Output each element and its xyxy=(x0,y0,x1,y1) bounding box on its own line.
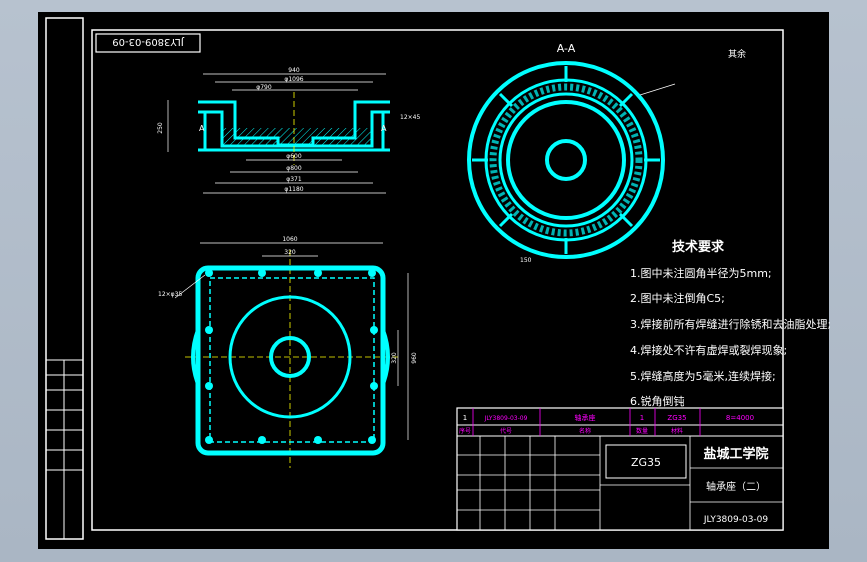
surface-finish-note: 其余 xyxy=(728,48,746,60)
tech-item-1: 1.图中未注圆角半径为5mm; xyxy=(630,266,772,280)
hdr-name: 名称 xyxy=(579,427,591,435)
school-name: 盐城工学院 xyxy=(703,446,768,462)
tech-title: 技术要求 xyxy=(672,239,725,255)
hdr-index: 序号 xyxy=(459,427,471,435)
dim-d790: φ790 xyxy=(256,84,272,91)
drawing-number: JLY3809-03-09 xyxy=(703,515,769,525)
material-cell: ZG35 xyxy=(631,456,661,469)
row-qty: 1 xyxy=(640,414,644,422)
left-strip-table xyxy=(46,359,83,539)
hdr-code: 代号 xyxy=(500,427,512,435)
row-code: JLY3809-03-09 xyxy=(484,415,528,422)
title-block: 1 JLY3809-03-09 轴承座 1 ZG35 8=4000 序号 代号 … xyxy=(456,407,784,531)
top-stamp-text: JLY3809-03-09 xyxy=(112,36,184,47)
hdr-material: 材料 xyxy=(671,427,683,435)
row-name: 轴承座 xyxy=(575,413,596,422)
dim-height: 250 xyxy=(157,122,164,134)
section-a-a-view: A-A 其余 150 xyxy=(467,42,746,264)
hdr-qty: 数量 xyxy=(636,427,648,435)
plan-view: 1060 320 320 960 12×φ35 xyxy=(158,236,418,468)
section-label: A-A xyxy=(557,42,576,55)
tech-item-5: 5.焊缝高度为5毫米,连续焊接; xyxy=(630,369,776,383)
dim-150: 150 xyxy=(520,257,532,264)
dim-plan-side2: 960 xyxy=(411,352,418,364)
dim-940: 940 xyxy=(288,67,300,74)
row-weight: 8=4000 xyxy=(726,414,754,422)
section-mark-a-right: A xyxy=(381,124,387,133)
dim-d371: φ371 xyxy=(286,176,302,183)
row-material: ZG35 xyxy=(667,414,686,422)
dim-d1180: φ1180 xyxy=(284,186,303,193)
dim-plan-320: 320 xyxy=(284,249,296,256)
tech-item-2: 2.图中未注倒角C5; xyxy=(630,291,725,305)
dim-d800: φ800 xyxy=(286,165,302,172)
technical-requirements: 技术要求 1.图中未注圆角半径为5mm; 2.图中未注倒角C5; 3.焊接前所有… xyxy=(630,239,831,408)
tech-item-6: 6.锐角倒钝 xyxy=(630,394,685,408)
weld-note: 12×45 xyxy=(400,114,420,121)
dim-d1096: φ1096 xyxy=(284,76,303,83)
part-name: 轴承座（二） xyxy=(706,480,766,493)
dim-plan-side1: 320 xyxy=(391,352,398,364)
dim-d600: φ600 xyxy=(286,153,302,160)
tech-item-3: 3.焊接前所有焊缝进行除锈和去油脂处理; xyxy=(630,317,831,331)
hole-note: 12×φ35 xyxy=(158,291,182,298)
section-mark-a-left: A xyxy=(199,124,205,133)
row-index: 1 xyxy=(463,414,467,422)
front-section-view: 940 φ1096 φ790 φ600 φ800 φ371 φ1180 250 … xyxy=(157,67,420,194)
dim-plan-width: 1060 xyxy=(282,236,297,243)
cad-drawing: JLY3809-03-09 940 φ1096 φ790 φ600 φ800 φ… xyxy=(45,17,831,540)
tech-item-4: 4.焊接处不许有虚焊或裂焊现象; xyxy=(630,343,787,357)
